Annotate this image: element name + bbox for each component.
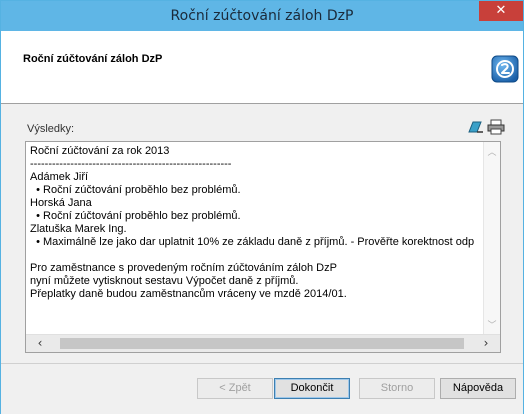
scroll-down-icon[interactable]: ﹀: [484, 319, 500, 333]
title-bar[interactable]: Roční zúčtování záloh DzP ✕: [1, 1, 523, 31]
results-line: [30, 249, 486, 262]
results-line: • Roční zúčtování proběhlo bez problémů.: [30, 210, 241, 222]
horizontal-scrollbar[interactable]: ‹ ›: [26, 334, 500, 352]
help-button[interactable]: Nápověda: [440, 378, 516, 399]
results-textbox[interactable]: Roční zúčtování za rok 2013 -------------…: [25, 141, 501, 353]
results-line: Pro zaměstnance s provedeným ročním zúčt…: [30, 262, 337, 274]
results-text: Roční zúčtování za rok 2013 -------------…: [30, 145, 486, 331]
results-line: Roční zúčtování za rok 2013: [30, 145, 170, 157]
edit-icon[interactable]: [467, 119, 485, 135]
results-line: • Roční zúčtování proběhlo bez problémů.: [30, 184, 241, 196]
vertical-scrollbar[interactable]: ︿ ﹀: [483, 142, 500, 335]
wizard-next-icon: [491, 55, 519, 83]
scroll-thumb[interactable]: [60, 338, 464, 349]
results-line: ----------------------------------------…: [30, 158, 232, 170]
close-icon: ✕: [495, 3, 507, 18]
results-line: Zlatuška Marek Ing.: [30, 223, 127, 235]
scroll-up-icon[interactable]: ︿: [484, 146, 500, 160]
window-title: Roční zúčtování záloh DzP: [170, 8, 354, 24]
close-button[interactable]: ✕: [479, 1, 523, 21]
cancel-button[interactable]: Storno: [359, 378, 435, 399]
results-label: Výsledky:: [27, 123, 75, 135]
scroll-right-icon[interactable]: ›: [478, 335, 494, 352]
results-line: Horská Jana: [30, 197, 92, 209]
results-line: • Maximálně lze jako dar uplatnit 10% ze…: [30, 236, 475, 248]
finish-button[interactable]: Dokončit: [274, 378, 350, 399]
wizard-header: Roční zúčtování záloh DzP: [1, 31, 523, 104]
print-icon[interactable]: [487, 119, 505, 135]
results-line: Přeplatky daně budou zaměstnancům vrácen…: [30, 288, 347, 300]
results-line: Adámek Jiří: [30, 171, 89, 183]
scroll-left-icon[interactable]: ‹: [32, 335, 48, 352]
results-line: nyní můžete vytisknout sestavu Výpočet d…: [30, 275, 299, 287]
back-button[interactable]: < Zpět: [197, 378, 273, 399]
page-title: Roční zúčtování záloh DzP: [23, 53, 163, 65]
wizard-window: Roční zúčtování záloh DzP ✕ Roční zúčtov…: [0, 0, 524, 414]
